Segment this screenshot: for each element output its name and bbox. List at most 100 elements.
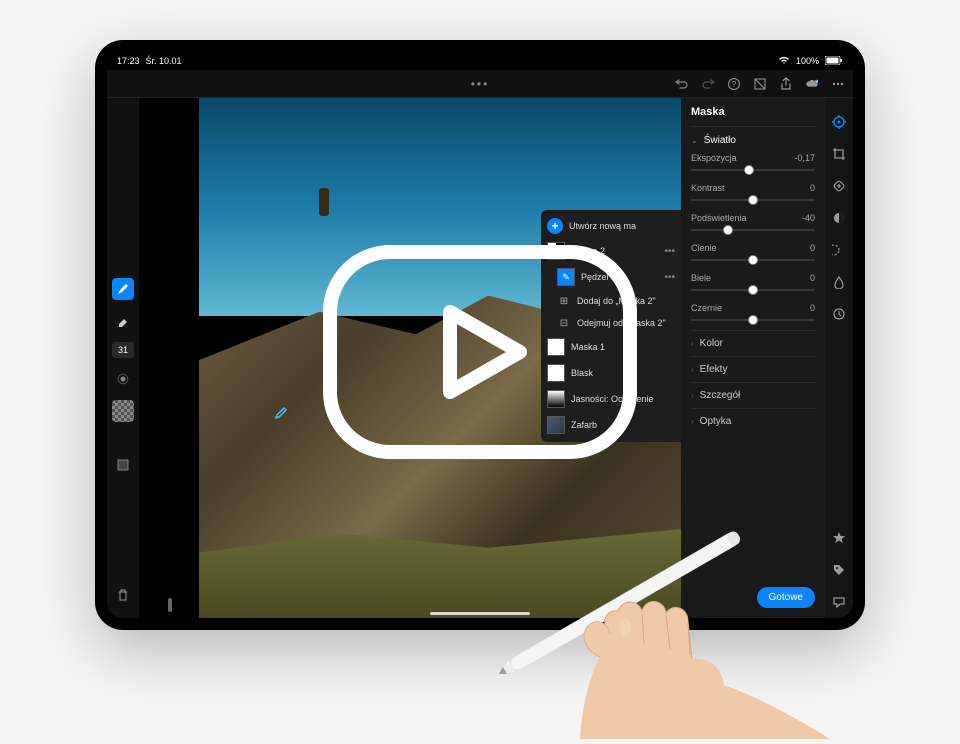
grab-handle-icon[interactable]: •••	[471, 77, 490, 91]
add-to-mask-button[interactable]: ⊞ Dodaj do „Maska 2"	[541, 290, 681, 312]
chevron-right-icon: ›	[691, 391, 694, 400]
undo-icon[interactable]	[675, 77, 689, 91]
plus-icon: +	[547, 218, 563, 234]
create-mask-label: Utwórz nową ma	[569, 221, 675, 231]
canvas[interactable]: + Utwórz nową ma Maska 2 ••• ✎ Pędzel 1 …	[139, 98, 681, 618]
chevron-right-icon: ›	[691, 417, 694, 426]
wifi-icon	[778, 56, 790, 67]
app-body: 31	[107, 98, 853, 618]
slider-label: Cienie	[691, 243, 717, 253]
slider-highlights[interactable]: Podświetlenia -40	[691, 210, 815, 240]
slider-contrast[interactable]: Kontrast 0	[691, 180, 815, 210]
slider-value: -0,17	[794, 153, 815, 163]
slider-label: Kontrast	[691, 183, 725, 193]
chevron-right-icon: ›	[691, 339, 694, 348]
brush-tool[interactable]	[112, 278, 134, 300]
slider-label: Podświetlenia	[691, 213, 747, 223]
eraser-tool[interactable]	[112, 310, 134, 332]
light-icon[interactable]	[831, 242, 847, 258]
chat-icon[interactable]	[831, 594, 847, 610]
subtract-icon: ⊟	[557, 316, 571, 330]
mask-item-mask1[interactable]: Maska 1	[541, 334, 681, 360]
mask-label: Odejmuj od „Maska 2"	[577, 318, 675, 328]
battery-percent: 100%	[796, 56, 819, 66]
mask-item-fill[interactable]: Zafarb	[541, 412, 681, 438]
brush-radius-indicator	[168, 598, 172, 612]
slider-label: Ekspozycja	[691, 153, 737, 163]
mask-more-icon[interactable]: •••	[664, 246, 675, 257]
share-icon[interactable]	[779, 77, 793, 91]
done-button[interactable]: Gotowe	[757, 587, 815, 608]
ipad-screen: 17:23 Śr. 10.01 100% •••	[107, 52, 853, 618]
section-color[interactable]: › Kolor	[691, 330, 815, 356]
feather-tool[interactable]	[112, 368, 134, 390]
section-detail[interactable]: › Szczegół	[691, 382, 815, 408]
star-icon[interactable]	[831, 530, 847, 546]
slider-label: Czernie	[691, 303, 722, 313]
slider-label: Biele	[691, 273, 711, 283]
add-icon: ⊞	[557, 294, 571, 308]
right-tool-strip	[825, 98, 853, 618]
adjust-icon[interactable]	[831, 114, 847, 130]
trash-icon[interactable]	[112, 584, 134, 606]
brush-thumb-icon: ✎	[557, 268, 575, 286]
slider-value: 0	[810, 183, 815, 193]
crop-icon[interactable]	[831, 146, 847, 162]
edit-cursor-icon	[274, 406, 288, 423]
mask-label: Jasności: Ocieplenie	[571, 394, 675, 404]
history-icon[interactable]	[831, 306, 847, 322]
mask-icon[interactable]	[831, 210, 847, 226]
section-label: Szczegół	[700, 390, 741, 401]
mask-component-brush1[interactable]: ✎ Pędzel 1 •••	[541, 264, 681, 290]
mask-item-warmth[interactable]: Jasności: Ocieplenie	[541, 386, 681, 412]
tag-icon[interactable]	[831, 562, 847, 578]
mask-label: Zafarb	[571, 420, 675, 430]
section-label: Kolor	[700, 338, 723, 349]
mask-item-mask2[interactable]: Maska 2 •••	[541, 238, 681, 264]
section-optics[interactable]: › Optyka	[691, 408, 815, 434]
section-light[interactable]: ⌄ Światło	[691, 127, 815, 150]
section-label: Światło	[704, 135, 736, 146]
panel-title: Maska	[691, 106, 815, 127]
help-icon[interactable]: ?	[727, 77, 741, 91]
slider-value: 0	[810, 243, 815, 253]
mask-thumb	[547, 338, 565, 356]
slider-exposure[interactable]: Ekspozycja -0,17	[691, 150, 815, 180]
mask-thumb	[547, 364, 565, 382]
slider-value: 0	[810, 303, 815, 313]
mask-item-glow[interactable]: Blask	[541, 360, 681, 386]
section-label: Optyka	[700, 416, 732, 427]
subtract-from-mask-button[interactable]: ⊟ Odejmuj od „Maska 2"	[541, 312, 681, 334]
more-icon[interactable]	[831, 77, 845, 91]
slider-whites[interactable]: Biele 0	[691, 270, 815, 300]
left-toolbar: 31	[107, 98, 139, 618]
droplet-icon[interactable]	[831, 274, 847, 290]
home-indicator[interactable]	[430, 612, 530, 615]
cloud-icon[interactable]	[805, 77, 819, 91]
battery-icon	[825, 56, 843, 67]
mask-label: Maska 2	[571, 246, 658, 256]
mask-thumb	[547, 416, 565, 434]
slider-shadows[interactable]: Cienie 0	[691, 240, 815, 270]
redo-icon[interactable]	[701, 77, 715, 91]
mask-more-icon[interactable]: •••	[664, 272, 675, 283]
mask-label: Blask	[571, 368, 675, 378]
mask-label: Dodaj do „Maska 2"	[577, 296, 675, 306]
mask-label: Maska 1	[571, 342, 675, 352]
chevron-right-icon: ›	[691, 365, 694, 374]
section-effects[interactable]: › Efekty	[691, 356, 815, 382]
opacity-tool[interactable]	[112, 400, 134, 422]
create-mask-button[interactable]: + Utwórz nową ma	[541, 214, 681, 238]
mask-thumb	[547, 390, 565, 408]
overlay-toggle[interactable]	[112, 454, 134, 476]
slider-value: 0	[810, 273, 815, 283]
status-time: 17:23	[117, 56, 140, 66]
svg-text:?: ?	[732, 80, 737, 89]
heal-icon[interactable]	[831, 178, 847, 194]
right-panel: Maska ⌄ Światło Ekspozycja -0,17	[681, 98, 853, 618]
app-topbar: ••• ?	[107, 70, 853, 98]
compare-icon[interactable]	[753, 77, 767, 91]
status-bar: 17:23 Śr. 10.01 100%	[107, 52, 853, 70]
brush-size-indicator[interactable]: 31	[112, 342, 134, 358]
slider-blacks[interactable]: Czernie 0	[691, 300, 815, 330]
